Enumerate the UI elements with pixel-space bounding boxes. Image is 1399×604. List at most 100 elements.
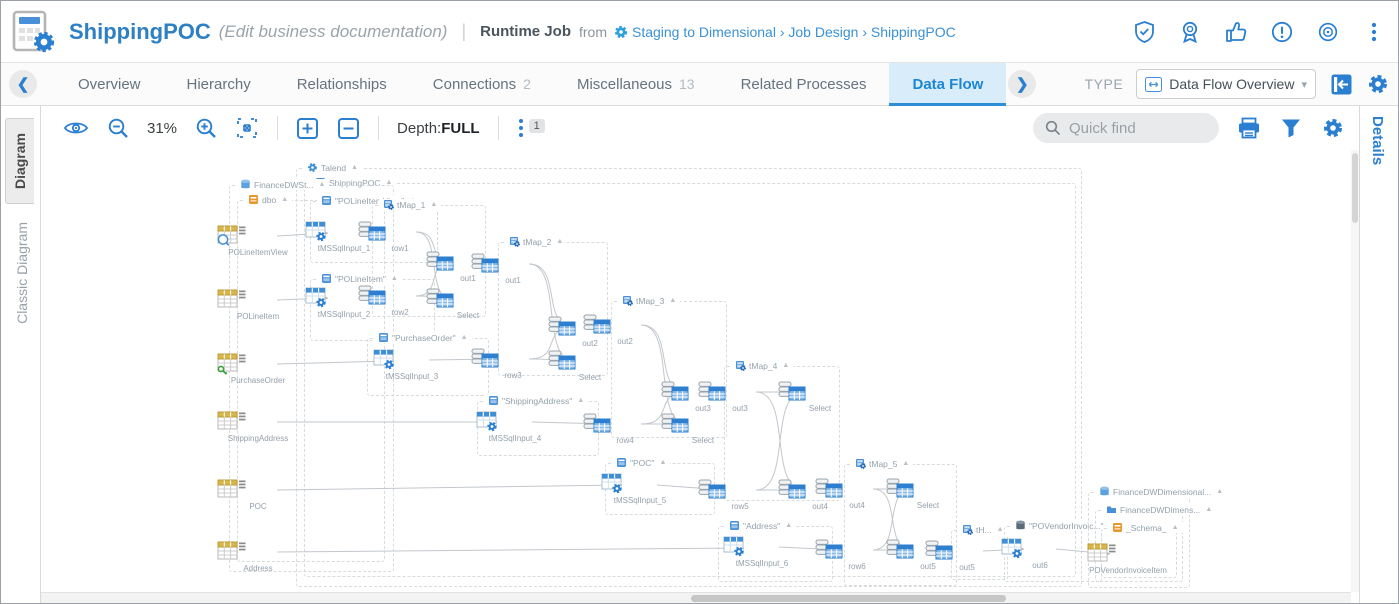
input-icon	[717, 534, 807, 560]
node-out2[interactable]: out2	[580, 312, 670, 346]
overflow-count-badge: 1	[529, 119, 545, 133]
tab-diagram[interactable]: Diagram	[5, 118, 34, 204]
diagram-settings-icon[interactable]	[1321, 116, 1345, 140]
table-icon	[213, 539, 303, 565]
toolbar-divider	[498, 116, 499, 140]
more-menu-icon[interactable]	[1362, 20, 1386, 44]
watch-icon[interactable]	[1316, 20, 1340, 44]
table-key-icon	[213, 351, 303, 377]
node-poc[interactable]: POC	[213, 477, 303, 511]
link-icon	[695, 477, 785, 503]
edit-business-documentation-link[interactable]: (Edit business documentation)	[219, 22, 448, 42]
node-label: Address	[213, 564, 303, 573]
header-actions	[1132, 1, 1386, 63]
tab-label: Related Processes	[741, 76, 867, 93]
node-address[interactable]: Address	[213, 539, 303, 573]
node-out3[interactable]: out3	[695, 379, 785, 413]
horizontal-scrollbar-thumb[interactable]	[691, 595, 1006, 602]
node-row4[interactable]: row4	[580, 411, 670, 445]
print-icon[interactable]	[1237, 116, 1261, 140]
settings-gear-icon[interactable]	[1366, 72, 1390, 96]
node-label: POLineItem	[213, 312, 303, 321]
more-options-icon[interactable]: 1	[517, 117, 545, 139]
node-polineitem[interactable]: POLineItem	[213, 287, 303, 321]
node-label: PurchaseOrder	[213, 376, 303, 385]
node-label: POLineItemView	[213, 248, 303, 257]
breadcrumb[interactable]: Staging to Dimensional › Job Design › Sh…	[614, 24, 956, 40]
tab-overview[interactable]: Overview	[55, 63, 164, 105]
node-label: tMSSqlInput_5	[595, 496, 685, 505]
tab-relationships[interactable]: Relationships	[274, 63, 410, 105]
node-select[interactable]: Select	[658, 411, 748, 445]
expand-all-icon[interactable]	[296, 117, 319, 140]
node-label: Select	[883, 501, 973, 510]
node-label: Select	[658, 436, 748, 445]
vertical-scrollbar-thumb[interactable]	[1352, 153, 1358, 223]
node-tmssqlinput_4[interactable]: tMSSqlInput_4	[470, 409, 560, 443]
zoom-in-icon[interactable]	[195, 117, 217, 139]
tabs-scroll-right-icon[interactable]: ❯	[1008, 70, 1036, 98]
diagram-toolbar: 31% Depth: FULL 1	[41, 106, 1359, 150]
tab-count-badge: 13	[679, 76, 695, 92]
zoom-out-icon[interactable]	[107, 117, 129, 139]
warnings-icon[interactable]	[1270, 20, 1294, 44]
verified-shield-icon[interactable]	[1132, 20, 1156, 44]
node-polineitemview[interactable]: POLineItemView	[213, 223, 303, 257]
node-out1[interactable]: out1	[468, 251, 558, 285]
tab-miscellaneous[interactable]: Miscellaneous13	[554, 63, 718, 105]
zoom-level: 31%	[147, 120, 177, 137]
toolbar-divider	[277, 116, 278, 140]
node-row1[interactable]: row1	[355, 219, 445, 253]
node-select[interactable]: Select	[545, 348, 635, 382]
node-purchaseorder[interactable]: PurchaseOrder	[213, 351, 303, 385]
tab-data-flow[interactable]: Data Flow	[889, 63, 1006, 105]
link-icon	[545, 348, 635, 374]
node-shippingaddress[interactable]: ShippingAddress	[213, 409, 303, 443]
search-icon	[1045, 120, 1061, 136]
table-icon	[213, 287, 303, 313]
tab-classic-diagram[interactable]: Classic Diagram	[6, 216, 38, 330]
node-tmssqlinput_5[interactable]: tMSSqlInput_5	[595, 471, 685, 505]
node-out6[interactable]: out6	[995, 536, 1085, 570]
node-label: tMSSqlInput_4	[470, 434, 560, 443]
node-row5[interactable]: row5	[695, 477, 785, 511]
node-povendorinvoiceitem[interactable]: POVendorInvoiceItem	[1083, 541, 1173, 575]
type-label: TYPE	[1085, 76, 1124, 92]
certified-award-icon[interactable]	[1178, 20, 1202, 44]
diagram-type-select[interactable]: Data Flow Overview ▾	[1136, 69, 1316, 99]
tab-hierarchy[interactable]: Hierarchy	[164, 63, 274, 105]
node-label: Select	[545, 373, 635, 382]
breadcrumb-text[interactable]: Staging to Dimensional › Job Design › Sh…	[632, 24, 956, 40]
visibility-eye-icon[interactable]	[63, 118, 89, 138]
dataflow-diagram[interactable]: Talend▲ShippingPOC▲FinanceDWSt...▲dbo▲"P…	[41, 150, 1351, 592]
quick-find-box[interactable]	[1033, 113, 1219, 143]
page-header: ShippingPOC (Edit business documentation…	[1, 1, 1398, 63]
node-tmssqlinput_6[interactable]: tMSSqlInput_6	[717, 534, 807, 568]
tabs-scroll-left-icon[interactable]: ❮	[9, 70, 37, 98]
tab-related-processes[interactable]: Related Processes	[718, 63, 890, 105]
node-select[interactable]: Select	[883, 476, 973, 510]
endorse-thumbs-up-icon[interactable]	[1224, 20, 1248, 44]
link-icon	[775, 379, 865, 405]
dock-panel-icon[interactable]	[1329, 72, 1353, 96]
link-icon	[695, 379, 785, 405]
node-tmssqlinput_3[interactable]: tMSSqlInput_3	[367, 347, 457, 381]
chevron-down-icon: ▾	[1301, 78, 1307, 91]
object-tabbar: ❮ Overview Hierarchy RelationshipsConnecti…	[1, 63, 1398, 106]
node-label: out1	[468, 276, 558, 285]
fit-to-screen-icon[interactable]	[235, 116, 259, 140]
tab-details[interactable]: Details	[1369, 116, 1386, 165]
filter-icon[interactable]	[1279, 116, 1303, 140]
node-label: ShippingAddress	[213, 434, 303, 443]
quick-find-input[interactable]	[1069, 120, 1199, 137]
tab-connections[interactable]: Connections2	[410, 63, 554, 105]
horizontal-scrollbar[interactable]	[41, 592, 1351, 603]
tab-label: Hierarchy	[187, 76, 251, 93]
toolbar-divider	[378, 116, 379, 140]
depth-indicator: Depth: FULL	[397, 120, 480, 137]
node-select[interactable]: Select	[775, 379, 865, 413]
collapse-all-icon[interactable]	[337, 117, 360, 140]
node-select[interactable]: Select	[423, 286, 513, 320]
vertical-scrollbar[interactable]	[1351, 150, 1359, 592]
node-label: POVendorInvoiceItem	[1083, 566, 1173, 575]
